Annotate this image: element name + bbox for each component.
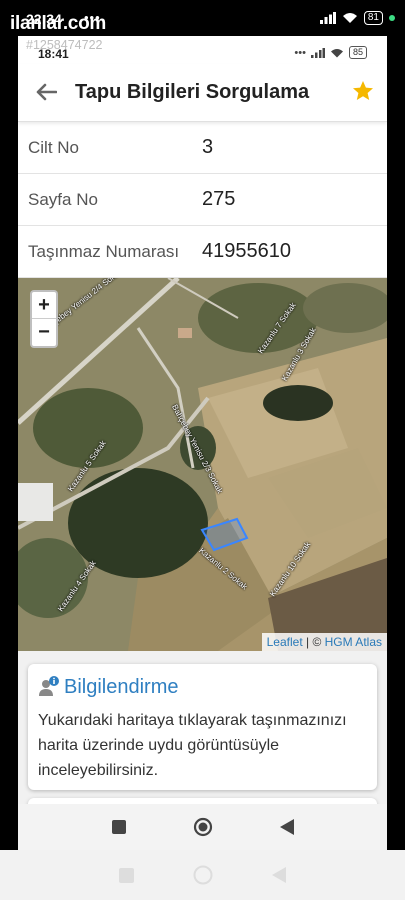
detail-row-sayfa: Sayfa No 275: [18, 174, 387, 226]
star-icon: [353, 81, 373, 100]
back-button[interactable]: [32, 78, 60, 106]
user-info-icon: [39, 676, 59, 696]
listing-id: #1258474722: [26, 38, 103, 52]
map-attribution: Leaflet | © HGM Atlas: [261, 633, 387, 651]
detail-value: 41955610: [202, 240, 291, 262]
hgm-atlas-link[interactable]: HGM Atlas: [325, 635, 382, 649]
back-triangle-icon[interactable]: [279, 819, 294, 835]
zoom-out-button[interactable]: −: [32, 319, 56, 346]
wifi-icon: [330, 48, 343, 57]
info-body: Yukarıdaki haritaya tıklayarak taşınmazı…: [38, 712, 347, 779]
zoom-in-button[interactable]: +: [32, 292, 56, 319]
inner-status-icons: ••• 85: [294, 46, 367, 59]
detail-value: 275: [202, 188, 236, 210]
parcel-details: Cilt No 3 Sayfa No 275 Taşınmaz Numarası…: [18, 122, 387, 278]
detail-label: Sayfa No: [28, 190, 98, 209]
attribution-separator: | ©: [306, 635, 322, 649]
notification-dots-icon: •••: [84, 10, 101, 25]
outer-status-bar: 22:34 ilanlar.com ••• 81: [0, 0, 405, 36]
zoom-control: + −: [30, 290, 58, 348]
detail-label: Cilt No: [28, 138, 80, 157]
outer-status-icons: 81: [319, 11, 395, 25]
detail-row-cilt: Cilt No 3: [18, 122, 387, 174]
detail-value: 3: [202, 136, 214, 158]
home-circle-icon[interactable]: [193, 817, 213, 837]
app-bar: Tapu Bilgileri Sorgulama: [18, 64, 387, 122]
inner-navigation-bar: [18, 804, 387, 850]
detail-label: Taşınmaz Numarası: [28, 242, 180, 261]
arrow-left-icon: [36, 83, 57, 101]
favorite-button[interactable]: [351, 79, 377, 105]
back-triangle-icon[interactable]: [271, 867, 286, 883]
more-dots-icon: •••: [294, 46, 306, 59]
app-screenshot-frame: #1258474722 18:41 ••• 85 Tapu Bilgileri …: [18, 36, 387, 850]
recents-square-icon[interactable]: [119, 867, 135, 883]
recents-square-icon[interactable]: [111, 820, 126, 834]
page-title: Tapu Bilgileri Sorgulama: [75, 81, 310, 103]
wifi-icon: [342, 13, 357, 23]
battery-icon: 85: [348, 46, 367, 59]
home-circle-icon[interactable]: [193, 865, 213, 885]
outer-navigation-bar: [0, 850, 405, 900]
info-title: Bilgilendirme: [64, 676, 179, 698]
info-card: Bilgilendirme Yukarıdaki haritaya tıklay…: [28, 664, 377, 790]
signal-icon: [319, 12, 336, 24]
detail-row-tasinmaz: Taşınmaz Numarası 41955610: [18, 226, 387, 278]
leaflet-link[interactable]: Leaflet: [267, 635, 303, 649]
satellite-map[interactable]: Bahçebey Yenisu 2/4 Sokak Kazanlu 7 Soka…: [18, 278, 387, 651]
battery-icon: 81: [363, 11, 383, 25]
signal-icon: [310, 47, 325, 58]
privacy-indicator-icon: [389, 15, 395, 21]
